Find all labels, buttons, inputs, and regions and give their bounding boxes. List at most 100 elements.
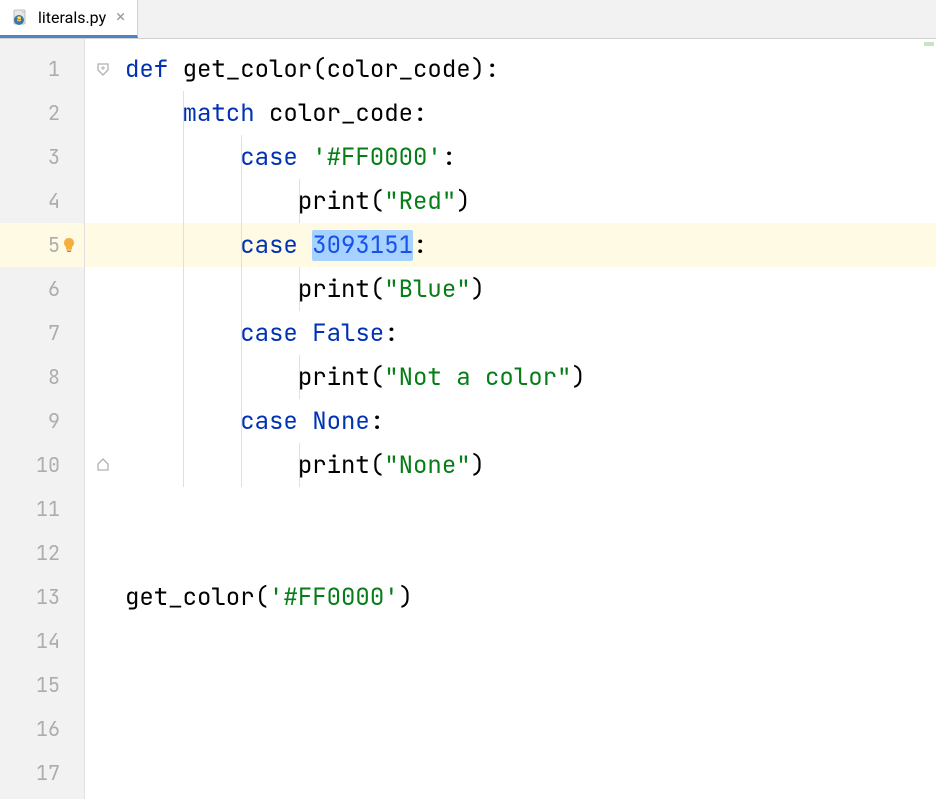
gutter-row[interactable]: 9: [0, 399, 84, 443]
code-area[interactable]: def get_color(color_code): match color_c…: [85, 39, 936, 799]
file-tab[interactable]: literals.py ×: [0, 0, 138, 38]
code-line[interactable]: print("Blue"): [85, 267, 936, 311]
gutter-row[interactable]: 16: [0, 707, 84, 751]
keyword-case: case: [240, 142, 312, 173]
code-line[interactable]: [85, 751, 936, 795]
indent-guide: [183, 311, 184, 355]
function-name: get_color: [183, 54, 313, 85]
indent-guide: [183, 399, 184, 443]
indent-guide: [299, 355, 300, 399]
gutter-row[interactable]: 8: [0, 355, 84, 399]
string-literal: "Blue": [384, 274, 470, 305]
python-file-icon: [12, 9, 30, 27]
code-line[interactable]: get_color('#FF0000'): [85, 575, 936, 619]
indent-guide: [241, 179, 242, 223]
line-number: 10: [36, 452, 60, 478]
code-line[interactable]: print("Not a color"): [85, 355, 936, 399]
string-literal: '#FF0000': [312, 142, 442, 173]
string-literal: '#FF0000': [269, 582, 399, 613]
keyword-case: case: [240, 318, 312, 349]
indent-guide: [183, 223, 184, 267]
keyword-case: case: [240, 230, 312, 261]
line-number: 8: [48, 364, 60, 390]
tab-filename: literals.py: [38, 8, 106, 27]
line-number: 5: [48, 232, 60, 258]
string-literal: "Red": [384, 186, 456, 217]
line-gutter: 1 2 3 4 5 6 7 8: [0, 39, 85, 799]
indent-guide: [241, 311, 242, 355]
gutter-row[interactable]: 5: [0, 223, 84, 267]
string-literal: "None": [384, 450, 470, 481]
indent-guide: [299, 267, 300, 311]
code-line[interactable]: case False:: [85, 311, 936, 355]
code-line[interactable]: print("Red"): [85, 179, 936, 223]
code-line[interactable]: match color_code:: [85, 91, 936, 135]
line-number: 13: [36, 584, 60, 610]
line-number: 4: [48, 188, 60, 214]
line-number: 9: [48, 408, 60, 434]
indent-guide: [241, 399, 242, 443]
code-line[interactable]: [85, 619, 936, 663]
indent-guide: [241, 223, 242, 267]
line-number: 12: [36, 540, 60, 566]
line-number: 14: [36, 628, 60, 654]
fold-end-icon[interactable]: [96, 458, 110, 472]
indent-guide: [183, 355, 184, 399]
indent-guide: [183, 267, 184, 311]
code-line[interactable]: [85, 663, 936, 707]
line-number: 6: [48, 276, 60, 302]
keyword-case: case: [240, 406, 312, 437]
string-literal: "Not a color": [384, 362, 571, 393]
code-editor: 1 2 3 4 5 6 7 8: [0, 39, 936, 799]
keyword-match: match: [183, 98, 269, 129]
indent-guide: [183, 179, 184, 223]
gutter-row[interactable]: 15: [0, 663, 84, 707]
gutter-row[interactable]: 7: [0, 311, 84, 355]
gutter-row[interactable]: 17: [0, 751, 84, 795]
keyword-def: def: [125, 54, 183, 85]
code-line[interactable]: [85, 707, 936, 751]
gutter-row[interactable]: 12: [0, 531, 84, 575]
indent-guide: [183, 91, 184, 135]
fold-collapse-icon[interactable]: [96, 62, 110, 76]
line-number: 3: [48, 144, 60, 170]
indent-guide: [299, 443, 300, 487]
line-number: 1: [48, 56, 60, 82]
code-line[interactable]: def get_color(color_code):: [85, 47, 936, 91]
close-icon[interactable]: ×: [116, 9, 125, 26]
scrollbar-marker: [924, 42, 934, 46]
indent-guide: [241, 355, 242, 399]
code-line[interactable]: print("None"): [85, 443, 936, 487]
gutter-row[interactable]: 13: [0, 575, 84, 619]
gutter-row[interactable]: 4: [0, 179, 84, 223]
line-number: 2: [48, 100, 60, 126]
code-line[interactable]: [85, 531, 936, 575]
gutter-row[interactable]: 1: [0, 47, 84, 91]
code-line[interactable]: case None:: [85, 399, 936, 443]
indent-guide: [183, 135, 184, 179]
parameter: color_code: [327, 54, 471, 85]
gutter-row[interactable]: 10: [0, 443, 84, 487]
intention-bulb-icon[interactable]: [60, 236, 78, 254]
number-literal-selected: 3093151: [312, 230, 413, 261]
gutter-row[interactable]: 6: [0, 267, 84, 311]
gutter-row[interactable]: 2: [0, 91, 84, 135]
line-number: 16: [36, 716, 60, 742]
line-number: 7: [48, 320, 60, 346]
indent-guide: [299, 179, 300, 223]
builtin-false: False: [312, 318, 384, 349]
gutter-row[interactable]: 11: [0, 487, 84, 531]
indent-guide: [183, 443, 184, 487]
gutter-row[interactable]: 14: [0, 619, 84, 663]
code-line-highlighted[interactable]: case 3093151:: [85, 223, 936, 267]
function-call: get_color: [125, 582, 255, 613]
indent-guide: [241, 267, 242, 311]
line-number: 11: [36, 496, 60, 522]
tab-bar: literals.py ×: [0, 0, 936, 39]
line-number: 17: [36, 760, 60, 786]
line-number: 15: [36, 672, 60, 698]
indent-guide: [241, 135, 242, 179]
code-line[interactable]: [85, 487, 936, 531]
code-line[interactable]: case '#FF0000':: [85, 135, 936, 179]
gutter-row[interactable]: 3: [0, 135, 84, 179]
